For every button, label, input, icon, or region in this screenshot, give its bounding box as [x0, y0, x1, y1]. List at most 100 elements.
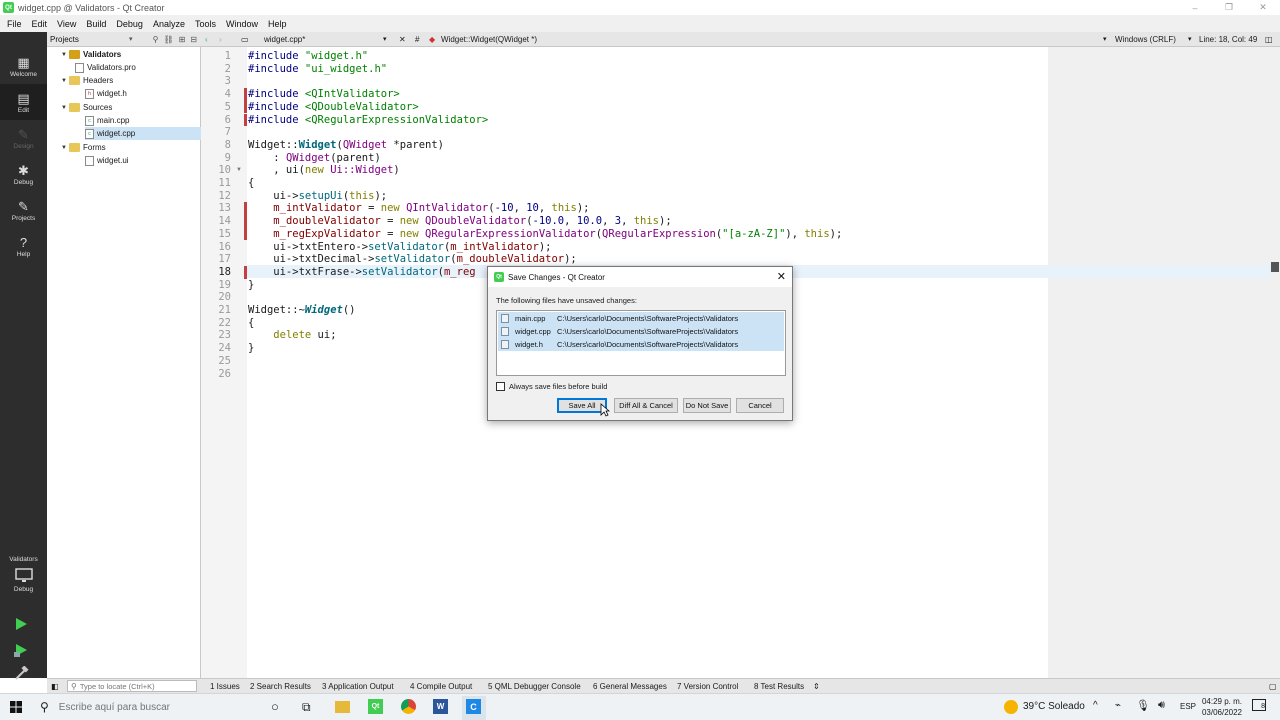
mode-projects[interactable]: ✎ Projects [0, 192, 47, 228]
pane-application-output[interactable]: 3 Application Output [322, 682, 394, 691]
menu-view[interactable]: View [52, 19, 81, 29]
tree-item-headers[interactable]: ▼ Headers [61, 74, 201, 87]
code-line[interactable]: #include <QDoubleValidator> [248, 101, 419, 114]
code-line[interactable]: #include "widget.h" [248, 50, 368, 63]
menu-debug[interactable]: Debug [111, 19, 148, 29]
close-pane-icon[interactable]: ⊟ [190, 35, 197, 44]
language-indicator[interactable]: ESP [1180, 702, 1196, 711]
split-editor-icon[interactable]: ◫ [1265, 35, 1273, 44]
debug-run-button[interactable] [13, 642, 29, 660]
menu-file[interactable]: File [2, 19, 27, 29]
unsaved-files-list[interactable]: main.cpp C:\Users\carlo\Documents\Softwa… [496, 310, 786, 376]
cortana-icon[interactable]: ○ [271, 699, 279, 714]
code-line[interactable]: #include <QRegularExpressionValidator> [248, 114, 488, 127]
pane-qml-debugger-console[interactable]: 5 QML Debugger Console [488, 682, 581, 691]
locator[interactable]: ⚲ [67, 680, 197, 692]
split-icon[interactable]: ⊞ [179, 35, 186, 44]
code-line[interactable]: } [248, 279, 254, 292]
pane-general-messages[interactable]: 6 General Messages [593, 682, 667, 691]
forward-arrow-icon[interactable]: › [219, 35, 222, 44]
expand-arrow-icon[interactable]: ▼ [61, 78, 69, 84]
code-line[interactable]: ui->setupUi(this); [248, 190, 387, 203]
expand-arrow-icon[interactable]: ▼ [61, 145, 69, 151]
list-item[interactable]: widget.h C:\Users\carlo\Documents\Softwa… [498, 338, 784, 351]
close-window-button[interactable]: ✕ [1246, 0, 1280, 15]
mode-help[interactable]: ? Help [0, 228, 47, 264]
qt-taskbar-icon[interactable]: Qt [368, 699, 383, 714]
tree-item-widget-h[interactable]: h widget.h [85, 87, 201, 100]
code-line[interactable]: , ui(new Ui::Widget) [248, 164, 399, 177]
filter-icon[interactable]: ⚲ [153, 35, 159, 44]
build-button[interactable] [13, 665, 29, 684]
code-line[interactable]: m_regExpValidator = new QRegularExpressi… [248, 228, 842, 241]
locator-input[interactable] [79, 681, 190, 691]
toggle-sidebar-icon[interactable]: ◧ [51, 682, 59, 691]
diff-all-cancel-button[interactable]: Diff All & Cancel [614, 398, 678, 413]
code-line[interactable]: Widget::Widget(QWidget *parent) [248, 139, 444, 152]
back-arrow-icon[interactable]: ‹ [205, 35, 208, 44]
task-view-icon[interactable]: ⧉ [302, 700, 311, 715]
pane-search-results[interactable]: 2 Search Results [250, 682, 311, 691]
code-line[interactable]: { [248, 177, 254, 190]
weather-text[interactable]: 39°C Soleado [1023, 701, 1085, 712]
code-line[interactable]: m_intValidator = new QIntValidator(-10, … [248, 202, 589, 215]
tree-item-sources[interactable]: ▼ Sources [61, 101, 201, 114]
taskbar-search[interactable]: ⚲ [32, 694, 257, 720]
cursor-position[interactable]: Line: 18, Col: 49 [1199, 35, 1257, 44]
always-save-checkbox[interactable] [496, 382, 505, 391]
pane-compile-output[interactable]: 4 Compile Output [410, 682, 472, 691]
volume-icon[interactable]: 🔊︎ [1158, 699, 1165, 712]
file-explorer-icon[interactable] [335, 701, 350, 713]
pane-issues[interactable]: 1 Issues [210, 682, 240, 691]
network-icon[interactable]: ⌁ [1115, 700, 1121, 711]
code-line[interactable]: ui->txtDecimal->setValidator(m_doubleVal… [248, 253, 576, 266]
taskbar-search-input[interactable] [58, 701, 239, 713]
menu-build[interactable]: Build [81, 19, 111, 29]
menu-edit[interactable]: Edit [27, 19, 53, 29]
always-save-option[interactable]: Always save files before build [496, 382, 607, 391]
vertical-scrollbar[interactable] [1270, 47, 1280, 678]
word-icon[interactable]: W [433, 699, 448, 714]
menu-window[interactable]: Window [221, 19, 263, 29]
windows-start-icon[interactable] [10, 701, 22, 713]
chevron-up-icon[interactable]: ^ [1093, 700, 1098, 711]
do-not-save-button[interactable]: Do Not Save [683, 398, 731, 413]
code-line[interactable]: ui->txtEntero->setValidator(m_intValidat… [248, 241, 551, 254]
chevron-down-icon[interactable]: ▾ [129, 35, 133, 43]
more-panes-icon[interactable]: ⇕ [813, 682, 820, 691]
list-item[interactable]: widget.cpp C:\Users\carlo\Documents\Soft… [498, 325, 784, 338]
tree-item-main-cpp[interactable]: c main.cpp [85, 114, 201, 127]
chevron-down-icon[interactable]: ▾ [1188, 35, 1192, 43]
code-line[interactable]: { [248, 317, 254, 330]
code-line[interactable]: ui->txtFrase->setValidator(m_reg [248, 266, 475, 279]
tree-item-pro-file[interactable]: Validators.pro [75, 61, 201, 74]
code-line[interactable]: delete ui; [248, 329, 336, 342]
kit-selector[interactable]: Validators Debug [0, 544, 47, 604]
code-line[interactable]: #include "ui_widget.h" [248, 63, 387, 76]
microphone-icon[interactable]: 🎙︎ [1136, 699, 1150, 712]
menu-tools[interactable]: Tools [190, 19, 221, 29]
pane-version-control[interactable]: 7 Version Control [677, 682, 738, 691]
maximize-button[interactable]: ❐ [1212, 0, 1246, 15]
code-line[interactable]: m_doubleValidator = new QDoubleValidator… [248, 215, 671, 228]
chevron-down-icon[interactable]: ▾ [383, 35, 387, 43]
open-document-selector[interactable]: widget.cpp* [264, 35, 305, 44]
line-ending-selector[interactable]: Windows (CRLF) [1115, 35, 1176, 44]
clock[interactable]: 04:29 p. m. 03/06/2022 [1200, 696, 1244, 718]
list-item[interactable]: main.cpp C:\Users\carlo\Documents\Softwa… [498, 312, 784, 325]
mode-edit[interactable]: ▤ Edit [0, 84, 47, 120]
progress-toggle-icon[interactable]: ▢ [1269, 682, 1277, 691]
qt-creator-taskbar-icon[interactable]: C [466, 699, 481, 714]
chevron-down-icon[interactable]: ▾ [1103, 35, 1107, 43]
projects-pane-title[interactable]: Projects [50, 35, 79, 44]
expand-arrow-icon[interactable]: ▼ [61, 52, 69, 58]
symbol-selector[interactable]: Widget::Widget(QWidget *) [441, 35, 537, 44]
mode-welcome[interactable]: ▦ Welcome [0, 48, 47, 84]
minimize-button[interactable]: – [1178, 0, 1212, 15]
run-button[interactable] [13, 616, 29, 634]
code-line[interactable]: #include <QIntValidator> [248, 88, 400, 101]
close-icon[interactable]: ✕ [777, 270, 786, 283]
cancel-button[interactable]: Cancel [736, 398, 784, 413]
link-icon[interactable]: ⛓ [163, 35, 173, 44]
scrollbar-thumb[interactable] [1271, 262, 1279, 272]
